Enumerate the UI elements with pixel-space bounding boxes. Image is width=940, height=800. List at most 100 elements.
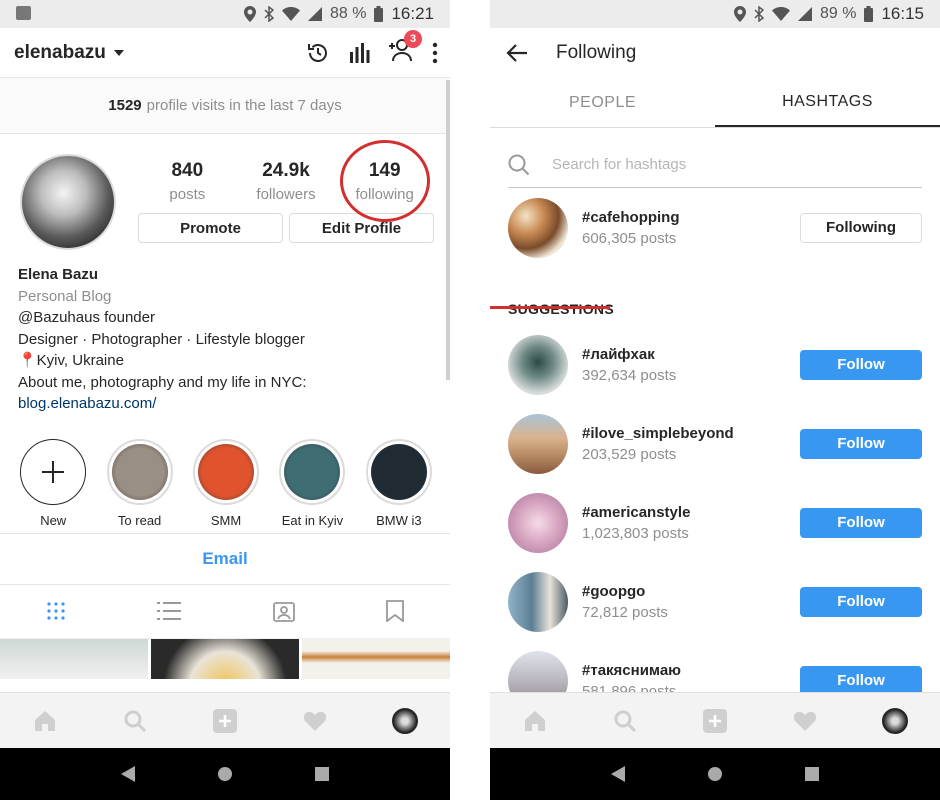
hashtag-thumbnail <box>508 571 568 632</box>
highlight-item[interactable]: Eat in Kyiv <box>269 438 355 533</box>
stat-label: posts <box>169 186 206 203</box>
suggestion-row[interactable]: #лайфхак 392,634 posts Follow <box>490 325 940 404</box>
tab-hashtags[interactable]: HASHTAGS <box>715 78 940 127</box>
highlight-new[interactable]: New <box>10 438 96 533</box>
home-circle-icon[interactable] <box>707 766 723 782</box>
website-link[interactable]: blog.elenabazu.com/ <box>18 393 432 415</box>
avatar[interactable] <box>20 154 116 250</box>
list-view-icon[interactable] <box>157 601 182 621</box>
bio-line: Designer · Photographer · Lifestyle blog… <box>18 330 305 348</box>
android-nav-bar <box>490 748 940 800</box>
back-triangle-icon[interactable] <box>121 766 135 782</box>
follow-button[interactable]: Follow <box>800 586 922 617</box>
wifi-icon <box>771 7 790 21</box>
visits-text: profile visits in the last 7 days <box>146 97 342 114</box>
location-icon <box>733 6 746 22</box>
saved-bookmark-icon[interactable] <box>386 600 405 622</box>
username[interactable]: elenabazu <box>14 42 106 64</box>
profile-visits-banner[interactable]: 1529 profile visits in the last 7 days <box>0 78 450 134</box>
profile-screen: 88 % 16:21 elenabazu 3 1529 profile visi… <box>0 0 450 800</box>
profile-view-tabs <box>0 585 450 639</box>
following-screen: 89 % 16:15 Following PEOPLE HASHTAGS #ca… <box>490 0 940 800</box>
promote-button[interactable]: Promote <box>138 213 283 243</box>
archive-clock-icon[interactable] <box>306 41 330 65</box>
home-icon[interactable] <box>515 701 555 741</box>
following-button[interactable]: Following <box>800 212 922 243</box>
hashtag-post-count: 203,529 posts <box>582 445 677 463</box>
home-icon[interactable] <box>25 701 65 741</box>
stat-number: 840 <box>171 160 204 181</box>
follow-button[interactable]: Follow <box>800 665 922 696</box>
highlight-item[interactable]: To read <box>96 438 182 533</box>
back-triangle-icon[interactable] <box>611 766 625 782</box>
category-label: Personal Blog <box>18 287 112 305</box>
story-highlights: New To read SMM Eat in Kyiv BMW i3 <box>0 415 450 533</box>
suggestions-heading: SUGGESTIONS <box>508 301 614 317</box>
heart-icon[interactable] <box>295 701 335 741</box>
tagged-photos-icon[interactable] <box>272 600 295 622</box>
search-icon[interactable] <box>115 701 155 741</box>
more-options-icon[interactable] <box>432 42 438 64</box>
profile-tab-avatar[interactable] <box>385 701 425 741</box>
bio-line: @Bazuhaus founder <box>18 309 155 326</box>
battery-icon <box>374 6 384 22</box>
status-bar: 89 % 16:15 <box>490 0 940 28</box>
hashtag-name: #такяснимаю <box>582 661 681 679</box>
grid-view-icon[interactable] <box>46 601 66 621</box>
plus-icon[interactable] <box>20 438 87 505</box>
insights-icon[interactable] <box>348 42 370 64</box>
heart-icon[interactable] <box>785 701 825 741</box>
search-icon[interactable] <box>605 701 645 741</box>
suggestion-row[interactable]: #ilove_simplebeyond 203,529 posts Follow <box>490 404 940 483</box>
search-icon <box>508 154 530 175</box>
home-circle-icon[interactable] <box>217 766 233 782</box>
email-button[interactable]: Email <box>0 532 450 585</box>
visits-count: 1529 <box>108 97 142 114</box>
profile-tab-avatar[interactable] <box>875 701 915 741</box>
bio-line: 📍Kyiv, Ukraine <box>18 352 124 369</box>
stat-label: followers <box>256 186 316 203</box>
bio-line: About me, photography and my life in NYC… <box>18 373 307 391</box>
post-thumbnail[interactable] <box>302 638 450 679</box>
stat-followers[interactable]: 24.9k followers <box>237 160 336 203</box>
hashtag-search <box>508 142 922 188</box>
following-hashtag-row[interactable]: #cafehopping 606,305 posts Following <box>490 188 940 267</box>
follow-button[interactable]: Follow <box>800 349 922 380</box>
signal-icon <box>797 7 812 21</box>
hashtag-thumbnail <box>508 334 568 395</box>
battery-percent: 88 % <box>329 5 367 22</box>
tab-people[interactable]: PEOPLE <box>490 78 715 127</box>
edit-profile-button[interactable]: Edit Profile <box>289 213 434 243</box>
highlight-label: New <box>40 512 67 528</box>
highlight-item[interactable]: SMM <box>183 438 269 533</box>
android-nav-bar <box>0 748 450 800</box>
hashtag-post-count: 72,812 posts <box>582 603 668 621</box>
stat-posts[interactable]: 840 posts <box>138 160 237 203</box>
gallery-icon <box>16 6 31 20</box>
follow-button[interactable]: Follow <box>800 428 922 459</box>
clock: 16:15 <box>881 4 924 23</box>
suggestion-row[interactable]: #goopgo 72,812 posts Follow <box>490 562 940 641</box>
bluetooth-icon <box>264 6 274 22</box>
highlight-label: BMW i3 <box>376 512 422 528</box>
post-thumbnail[interactable] <box>151 638 299 679</box>
recents-square-icon[interactable] <box>315 767 329 781</box>
annotation-circle <box>340 140 430 222</box>
location-icon <box>243 6 256 22</box>
hashtag-name: #goopgo <box>582 582 646 600</box>
scrollbar[interactable] <box>446 80 450 380</box>
new-post-icon[interactable] <box>695 701 735 741</box>
search-input[interactable] <box>552 156 852 173</box>
suggestion-row[interactable]: #americanstyle 1,023,803 posts Follow <box>490 483 940 562</box>
highlight-cover <box>370 443 427 500</box>
recents-square-icon[interactable] <box>805 767 819 781</box>
highlight-item[interactable]: BMW i3 <box>356 438 442 533</box>
post-grid <box>0 638 450 679</box>
discover-people-button[interactable]: 3 <box>388 30 422 67</box>
post-thumbnail[interactable] <box>0 638 148 679</box>
status-bar: 88 % 16:21 <box>0 0 450 28</box>
new-post-icon[interactable] <box>205 701 245 741</box>
chevron-down-icon[interactable] <box>113 49 124 56</box>
back-arrow-icon[interactable] <box>506 44 528 62</box>
follow-button[interactable]: Follow <box>800 507 922 538</box>
